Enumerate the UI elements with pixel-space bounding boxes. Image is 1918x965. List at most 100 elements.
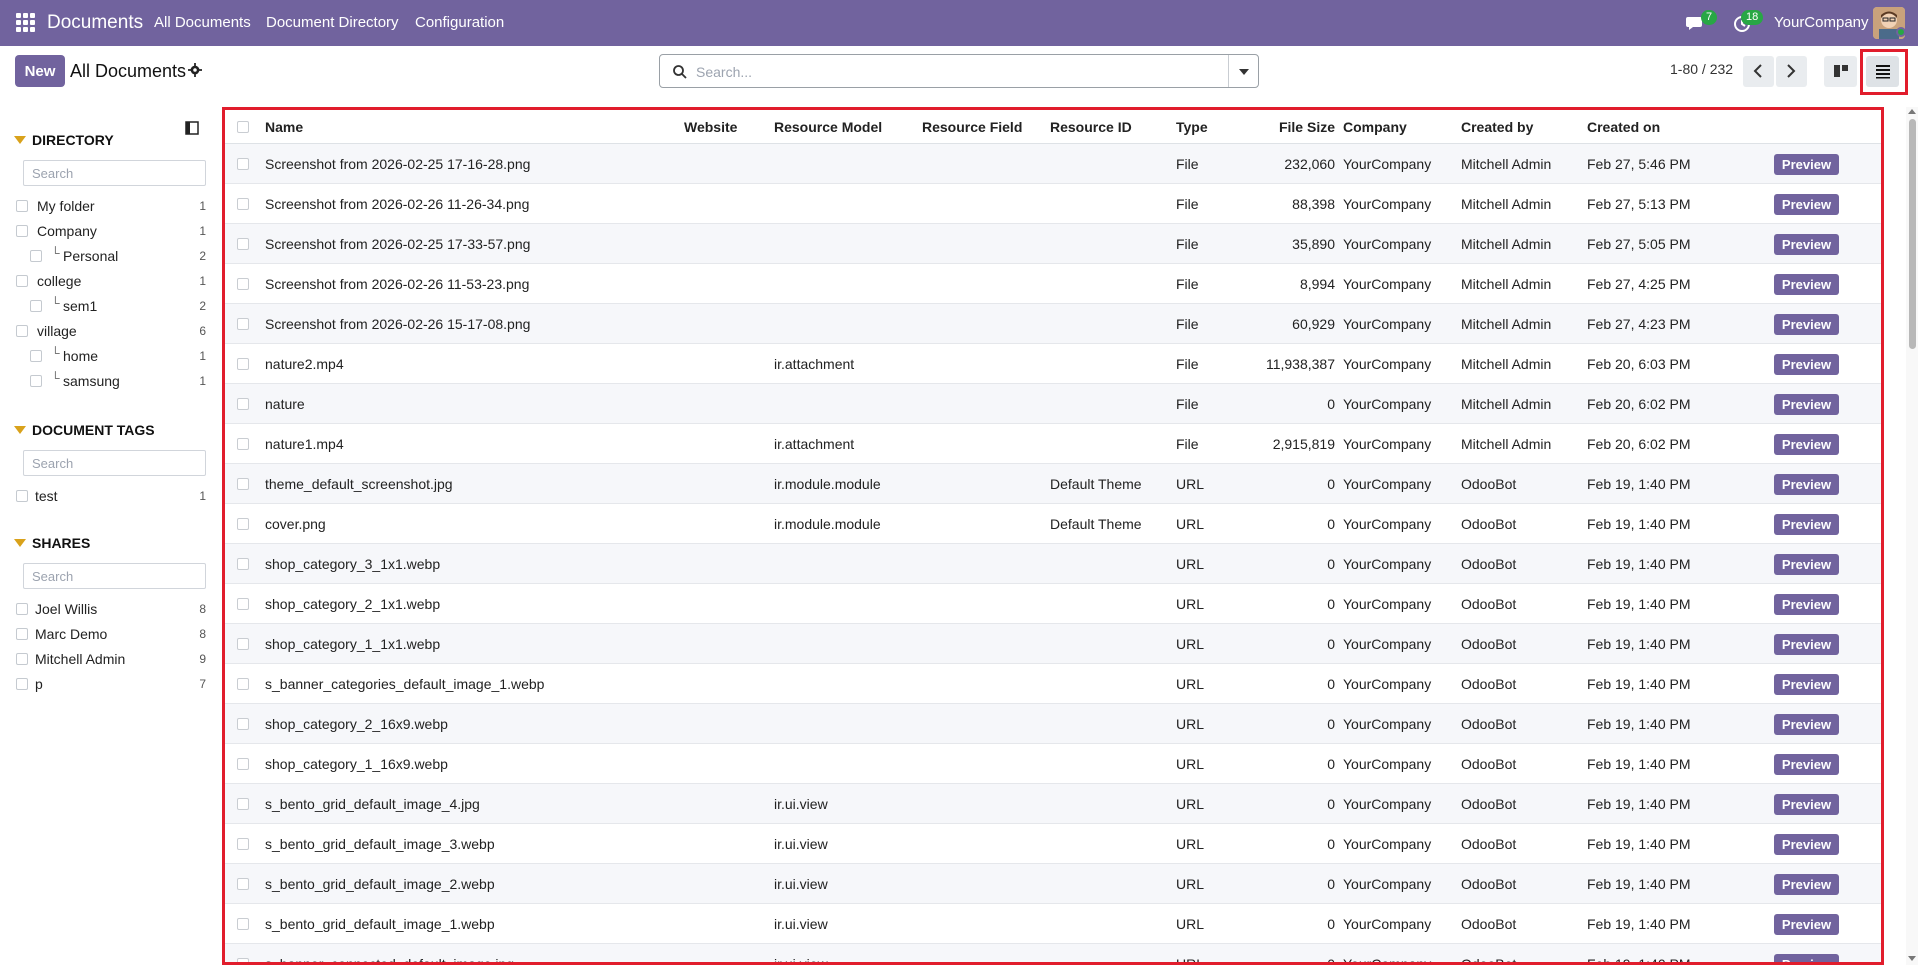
- row-checkbox[interactable]: [237, 157, 249, 170]
- preview-button[interactable]: Preview: [1774, 154, 1839, 175]
- col-file-size[interactable]: File Size: [1225, 110, 1335, 143]
- list-scrollbar[interactable]: [1906, 107, 1918, 965]
- search-options-toggle[interactable]: [1228, 55, 1258, 87]
- sidebar-filter-item[interactable]: Joel Willis 8: [14, 598, 206, 622]
- table-row[interactable]: cover.png ir.module.module Default Theme UR…: [225, 504, 1881, 544]
- table-row[interactable]: shop_category_2_16x9.webp URL 0 YourCompany…: [225, 704, 1881, 744]
- preview-button[interactable]: Preview: [1774, 954, 1839, 962]
- pager-value[interactable]: 1-80 / 232: [1670, 61, 1733, 77]
- new-button[interactable]: New: [15, 55, 65, 87]
- sidebar-filter-item[interactable]: test 1: [14, 485, 206, 509]
- search-input[interactable]: [696, 61, 1216, 83]
- company-switcher[interactable]: YourCompany: [1774, 14, 1869, 31]
- menu-all-documents[interactable]: All Documents: [154, 14, 251, 31]
- filter-checkbox[interactable]: [16, 225, 28, 237]
- row-checkbox[interactable]: [237, 757, 249, 770]
- sidebar-filter-item[interactable]: └ home 1: [14, 345, 206, 369]
- table-row[interactable]: s_bento_grid_default_image_4.jpg ir.ui.vi…: [225, 784, 1881, 824]
- sidebar-filter-item[interactable]: Company 1: [14, 220, 206, 244]
- filter-checkbox[interactable]: [16, 490, 28, 502]
- table-row[interactable]: Screenshot from 2026-02-25 17-33-57.png F…: [225, 224, 1881, 264]
- scroll-down-arrow-icon[interactable]: [1908, 956, 1916, 961]
- row-checkbox[interactable]: [237, 837, 249, 850]
- pager-previous-button[interactable]: [1743, 56, 1774, 87]
- table-row[interactable]: nature2.mp4 ir.attachment File 11,938,387 Yo…: [225, 344, 1881, 384]
- row-checkbox[interactable]: [237, 277, 249, 290]
- table-row[interactable]: s_bento_grid_default_image_1.webp ir.ui.v…: [225, 904, 1881, 944]
- table-row[interactable]: shop_category_1_16x9.webp URL 0 YourCompany…: [225, 744, 1881, 784]
- filter-checkbox[interactable]: [16, 275, 28, 287]
- preview-button[interactable]: Preview: [1774, 594, 1839, 615]
- preview-button[interactable]: Preview: [1774, 714, 1839, 735]
- row-checkbox[interactable]: [237, 437, 249, 450]
- row-checkbox[interactable]: [237, 957, 249, 962]
- table-row[interactable]: nature1.mp4 ir.attachment File 2,915,819 You…: [225, 424, 1881, 464]
- select-all-checkbox[interactable]: [237, 120, 249, 133]
- col-resource-model[interactable]: Resource Model: [774, 110, 882, 143]
- table-row[interactable]: s_banner_connected_default_image.jpg ir.u…: [225, 944, 1881, 962]
- scrollbar-thumb[interactable]: [1909, 119, 1916, 349]
- row-checkbox[interactable]: [237, 637, 249, 650]
- table-row[interactable]: s_banner_categories_default_image_1.webp…: [225, 664, 1881, 704]
- apps-grid-icon[interactable]: [16, 13, 36, 33]
- filter-checkbox[interactable]: [16, 200, 28, 212]
- row-checkbox[interactable]: [237, 477, 249, 490]
- preview-button[interactable]: Preview: [1774, 434, 1839, 455]
- col-created-on[interactable]: Created on: [1587, 110, 1660, 143]
- preview-button[interactable]: Preview: [1774, 194, 1839, 215]
- col-created-by[interactable]: Created by: [1461, 110, 1533, 143]
- col-type[interactable]: Type: [1176, 110, 1208, 143]
- preview-button[interactable]: Preview: [1774, 794, 1839, 815]
- row-checkbox[interactable]: [237, 557, 249, 570]
- preview-button[interactable]: Preview: [1774, 354, 1839, 375]
- table-row[interactable]: Screenshot from 2026-02-26 11-26-34.png F…: [225, 184, 1881, 224]
- menu-configuration[interactable]: Configuration: [415, 14, 504, 31]
- app-name[interactable]: Documents: [47, 12, 143, 34]
- row-checkbox[interactable]: [237, 677, 249, 690]
- sidebar-filter-item[interactable]: My folder 1: [14, 195, 206, 219]
- preview-button[interactable]: Preview: [1774, 314, 1839, 335]
- filter-checkbox[interactable]: [30, 300, 42, 312]
- sidebar-filter-item[interactable]: village 6: [14, 320, 206, 344]
- sidebar-collapse-icon[interactable]: [185, 121, 199, 135]
- sidebar-filter-item[interactable]: └ samsung 1: [14, 370, 206, 394]
- filter-checkbox[interactable]: [16, 603, 28, 615]
- preview-button[interactable]: Preview: [1774, 634, 1839, 655]
- preview-button[interactable]: Preview: [1774, 394, 1839, 415]
- preview-button[interactable]: Preview: [1774, 874, 1839, 895]
- preview-button[interactable]: Preview: [1774, 914, 1839, 935]
- filter-checkbox[interactable]: [30, 250, 42, 262]
- row-checkbox[interactable]: [237, 237, 249, 250]
- filter-checkbox[interactable]: [16, 628, 28, 640]
- table-row[interactable]: theme_default_screenshot.jpg ir.module.mo…: [225, 464, 1881, 504]
- preview-button[interactable]: Preview: [1774, 514, 1839, 535]
- preview-button[interactable]: Preview: [1774, 674, 1839, 695]
- preview-button[interactable]: Preview: [1774, 274, 1839, 295]
- filter-checkbox[interactable]: [16, 678, 28, 690]
- preview-button[interactable]: Preview: [1774, 234, 1839, 255]
- row-checkbox[interactable]: [237, 877, 249, 890]
- sidebar-filter-item[interactable]: college 1: [14, 270, 206, 294]
- col-company[interactable]: Company: [1343, 110, 1407, 143]
- row-checkbox[interactable]: [237, 797, 249, 810]
- gear-icon[interactable]: [188, 63, 202, 77]
- shares-search-input[interactable]: [23, 563, 206, 589]
- row-checkbox[interactable]: [237, 317, 249, 330]
- row-checkbox[interactable]: [237, 517, 249, 530]
- table-row[interactable]: shop_category_2_1x1.webp URL 0 YourCompany O…: [225, 584, 1881, 624]
- sidebar-filter-item[interactable]: Marc Demo 8: [14, 623, 206, 647]
- filter-checkbox[interactable]: [16, 325, 28, 337]
- preview-button[interactable]: Preview: [1774, 554, 1839, 575]
- col-resource-id[interactable]: Resource ID: [1050, 110, 1132, 143]
- table-row[interactable]: nature File 0 YourCompany Mitchell Admin Feb …: [225, 384, 1881, 424]
- row-checkbox[interactable]: [237, 917, 249, 930]
- pager-next-button[interactable]: [1776, 56, 1807, 87]
- tags-search-input[interactable]: [23, 450, 206, 476]
- filter-checkbox[interactable]: [30, 350, 42, 362]
- table-row[interactable]: shop_category_1_1x1.webp URL 0 YourCompany O…: [225, 624, 1881, 664]
- table-row[interactable]: Screenshot from 2026-02-26 15-17-08.png F…: [225, 304, 1881, 344]
- row-checkbox[interactable]: [237, 397, 249, 410]
- kanban-view-button[interactable]: [1824, 56, 1857, 87]
- preview-button[interactable]: Preview: [1774, 474, 1839, 495]
- sidebar-filter-item[interactable]: Mitchell Admin 9: [14, 648, 206, 672]
